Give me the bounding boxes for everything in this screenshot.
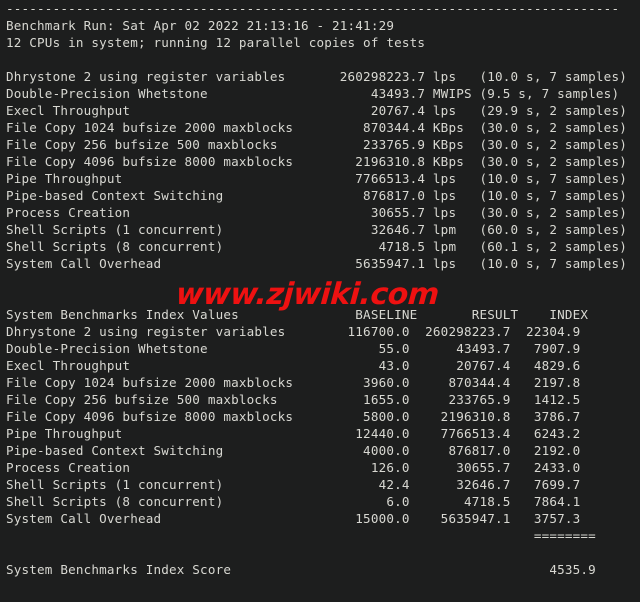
blank-line: [6, 272, 634, 289]
index-row-dhrystone: Dhrystone 2 using register variables 116…: [6, 324, 581, 339]
result-line-filecopy-1024: File Copy 1024 bufsize 2000 maxblocks 87…: [6, 120, 627, 135]
result-line-dhrystone: Dhrystone 2 using register variables 260…: [6, 69, 627, 84]
index-row-pipe-throughput: Pipe Throughput 12440.0 7766513.4 6243.2: [6, 426, 581, 441]
index-row-filecopy-256: File Copy 256 bufsize 500 maxblocks 1655…: [6, 392, 581, 407]
index-row-context-switching: Pipe-based Context Switching 4000.0 8768…: [6, 443, 581, 458]
benchmark-run-line: Benchmark Run: Sat Apr 02 2022 21:13:16 …: [6, 18, 395, 33]
result-line-shell-1: Shell Scripts (1 concurrent) 32646.7 lpm…: [6, 222, 627, 237]
blank-line: [6, 595, 634, 602]
blank-line: [6, 578, 634, 595]
cpu-count-line: 12 CPUs in system; running 12 parallel c…: [6, 35, 426, 50]
result-line-syscall: System Call Overhead 5635947.1 lps (10.0…: [6, 256, 627, 271]
index-row-process-creation: Process Creation 126.0 30655.7 2433.0: [6, 460, 581, 475]
index-score-rule: ========: [6, 528, 596, 543]
result-line-whetstone: Double-Precision Whetstone 43493.7 MWIPS…: [6, 86, 620, 101]
index-row-shell-1: Shell Scripts (1 concurrent) 42.4 32646.…: [6, 477, 581, 492]
index-table-header: System Benchmarks Index Values BASELINE …: [6, 307, 589, 322]
terminal-output: ----------------------------------------…: [6, 0, 634, 602]
blank-line: [6, 51, 634, 68]
result-line-filecopy-256: File Copy 256 bufsize 500 maxblocks 2337…: [6, 137, 627, 152]
blank-line: [6, 544, 634, 561]
result-line-filecopy-4096: File Copy 4096 bufsize 8000 maxblocks 21…: [6, 154, 627, 169]
index-row-whetstone: Double-Precision Whetstone 55.0 43493.7 …: [6, 341, 581, 356]
index-row-shell-8: Shell Scripts (8 concurrent) 6.0 4718.5 …: [6, 494, 581, 509]
index-row-filecopy-4096: File Copy 4096 bufsize 8000 maxblocks 58…: [6, 409, 581, 424]
separator-top: ----------------------------------------…: [6, 1, 620, 16]
index-row-execl: Execl Throughput 43.0 20767.4 4829.6: [6, 358, 581, 373]
index-score-line: System Benchmarks Index Score 4535.9: [6, 562, 596, 577]
terminal-window: ----------------------------------------…: [0, 0, 640, 602]
result-line-process-creation: Process Creation 30655.7 lps (30.0 s, 2 …: [6, 205, 627, 220]
result-line-pipe-throughput: Pipe Throughput 7766513.4 lps (10.0 s, 7…: [6, 171, 627, 186]
index-row-filecopy-1024: File Copy 1024 bufsize 2000 maxblocks 39…: [6, 375, 581, 390]
result-line-execl: Execl Throughput 20767.4 lps (29.9 s, 2 …: [6, 103, 627, 118]
index-row-syscall: System Call Overhead 15000.0 5635947.1 3…: [6, 511, 581, 526]
result-line-context-switching: Pipe-based Context Switching 876817.0 lp…: [6, 188, 627, 203]
blank-line: [6, 289, 634, 306]
result-line-shell-8: Shell Scripts (8 concurrent) 4718.5 lpm …: [6, 239, 627, 254]
